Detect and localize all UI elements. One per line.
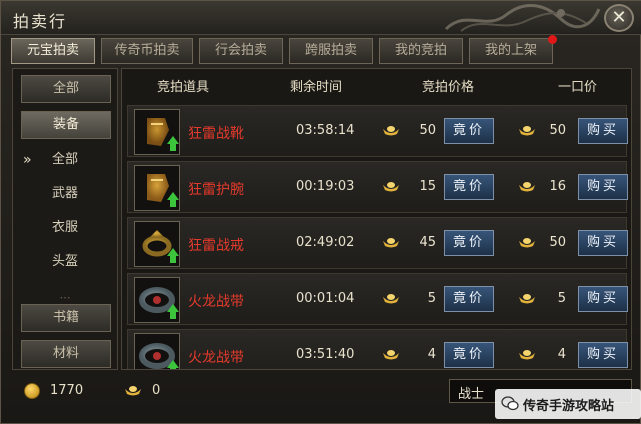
- upgrade-arrow-stem: [170, 311, 176, 319]
- item-slot[interactable]: [134, 165, 180, 211]
- remaining-time: 03:51:40: [296, 347, 355, 362]
- upgrade-arrow-stem: [170, 255, 176, 263]
- item-slot[interactable]: [134, 221, 180, 267]
- buyout-price: 50: [549, 123, 566, 138]
- table-row: 狂雷护腕 00:19:03 15 竟价 16 购买: [127, 161, 628, 213]
- bid-price: 50: [419, 123, 436, 138]
- watermark-text: 传奇手游攻略站: [523, 399, 615, 414]
- title-bar: 拍卖行 ✕: [1, 1, 641, 35]
- table-row: 狂雷战戒 02:49:02 45 竟价 50 购买: [127, 217, 628, 269]
- tab-guild-auction[interactable]: 行会拍卖: [199, 38, 283, 64]
- column-header-item: 竞拍道具: [157, 80, 210, 95]
- buyout-price: 5: [557, 291, 566, 306]
- subcategory-all[interactable]: » 全部: [13, 147, 117, 173]
- item-name: 火龙战带: [188, 294, 244, 310]
- table-row: 狂雷战靴 03:58:14 50 竟价 50 购买: [127, 105, 628, 157]
- bid-price: 4: [427, 347, 436, 362]
- item-slot[interactable]: [134, 333, 180, 369]
- yuanbao-ingot-icon: [383, 238, 399, 248]
- subcategory-helmet[interactable]: 头盔: [13, 249, 117, 275]
- item-slot[interactable]: [134, 109, 180, 155]
- bid-button[interactable]: 竟价: [444, 286, 494, 312]
- item-slot[interactable]: [134, 277, 180, 323]
- category-books-button[interactable]: 书籍: [21, 304, 111, 332]
- notification-dot-icon: [548, 35, 557, 44]
- close-button[interactable]: ✕: [604, 4, 634, 32]
- window-title: 拍卖行: [13, 12, 68, 31]
- column-header-buyout: 一口价: [558, 80, 598, 95]
- bid-button[interactable]: 竟价: [444, 118, 494, 144]
- watermark: 传奇手游攻略站: [495, 389, 641, 419]
- bid-price: 15: [419, 179, 436, 194]
- yuanbao-ingot-icon: [519, 238, 535, 248]
- wechat-icon: [501, 396, 519, 411]
- category-equipment-button[interactable]: 装备: [21, 111, 111, 139]
- buy-button[interactable]: 购买: [578, 174, 628, 200]
- column-header-bid-price: 竞拍价格: [422, 80, 475, 95]
- tab-my-listings[interactable]: 我的上架: [469, 35, 557, 64]
- double-chevron-right-icon: »: [23, 152, 32, 168]
- item-name: 狂雷护腕: [188, 182, 244, 198]
- yuanbao-ingot-icon: [383, 126, 399, 136]
- table-row: 火龙战带 00:01:04 5 竟价 5 购买: [127, 273, 628, 325]
- tab-my-listings-label: 我的上架: [484, 43, 537, 58]
- item-name: 狂雷战戒: [188, 238, 244, 254]
- buy-button[interactable]: 购买: [578, 230, 628, 256]
- subcategory-armor[interactable]: 衣服: [13, 215, 117, 241]
- gold-amount: 1770: [50, 383, 84, 398]
- tab-legend-coin-auction[interactable]: 传奇币拍卖: [101, 38, 193, 64]
- gold-coin-icon: [24, 383, 40, 399]
- yuanbao-ingot-icon: [519, 126, 535, 136]
- upgrade-arrow-stem: [170, 199, 176, 207]
- bid-button[interactable]: 竟价: [444, 230, 494, 256]
- upgrade-arrow-stem: [170, 143, 176, 151]
- tab-bar: 元宝拍卖 传奇币拍卖 行会拍卖 跨服拍卖 我的竞拍 我的上架: [11, 35, 633, 64]
- category-materials-button[interactable]: 材料: [21, 340, 111, 368]
- subcategory-weapons[interactable]: 武器: [13, 181, 117, 207]
- bid-button[interactable]: 竟价: [444, 342, 494, 368]
- dragon-ornament-icon: [444, 3, 601, 32]
- remaining-time: 02:49:02: [296, 235, 355, 250]
- upgrade-arrow-stem: [170, 367, 176, 369]
- auction-list: 竞拍道具 剩余时间 竞拍价格 一口价 狂雷战靴 03:58:14 50 竟价 50 购买狂…: [121, 68, 632, 370]
- yuanbao-amount: 0: [152, 383, 161, 398]
- buy-button[interactable]: 购买: [578, 118, 628, 144]
- bid-price: 5: [427, 291, 436, 306]
- buy-button[interactable]: 购买: [578, 342, 628, 368]
- auction-window: 拍卖行 ✕ 元宝拍卖 传奇币拍卖 行会拍卖 跨服拍卖 我的竞拍 我的上架 全部 …: [0, 0, 641, 424]
- item-name: 火龙战带: [188, 350, 244, 366]
- class-filter-label: 战士: [458, 387, 485, 402]
- remaining-time: 03:58:14: [296, 123, 355, 138]
- subcategory-all-label: 全部: [51, 152, 78, 167]
- remaining-time: 00:01:04: [296, 291, 355, 306]
- tab-my-bids[interactable]: 我的竞拍: [379, 38, 463, 64]
- buy-button[interactable]: 购买: [578, 286, 628, 312]
- column-header-time: 剩余时间: [290, 80, 343, 95]
- subcategory-overflow: ⋯: [59, 291, 71, 304]
- yuanbao-ingot-icon: [383, 350, 399, 360]
- buyout-price: 16: [549, 179, 566, 194]
- bid-price: 45: [419, 235, 436, 250]
- category-all-button[interactable]: 全部: [21, 75, 111, 103]
- item-name: 狂雷战靴: [188, 126, 244, 142]
- yuanbao-ingot-icon: [125, 386, 141, 396]
- yuanbao-ingot-icon: [519, 294, 535, 304]
- remaining-time: 00:19:03: [296, 179, 355, 194]
- category-sidebar: 全部 装备 » 全部 武器 衣服 头盔 ⋯ 书籍 材料: [12, 68, 118, 370]
- buyout-price: 4: [557, 347, 566, 362]
- yuanbao-ingot-icon: [519, 182, 535, 192]
- yuanbao-ingot-icon: [383, 182, 399, 192]
- table-row: 火龙战带 03:51:40 4 竟价 4 购买: [127, 329, 628, 369]
- tab-cross-server-auction[interactable]: 跨服拍卖: [289, 38, 373, 64]
- buyout-price: 50: [549, 235, 566, 250]
- tab-yuanbao-auction[interactable]: 元宝拍卖: [11, 38, 95, 64]
- yuanbao-ingot-icon: [519, 350, 535, 360]
- bid-button[interactable]: 竟价: [444, 174, 494, 200]
- yuanbao-ingot-icon: [383, 294, 399, 304]
